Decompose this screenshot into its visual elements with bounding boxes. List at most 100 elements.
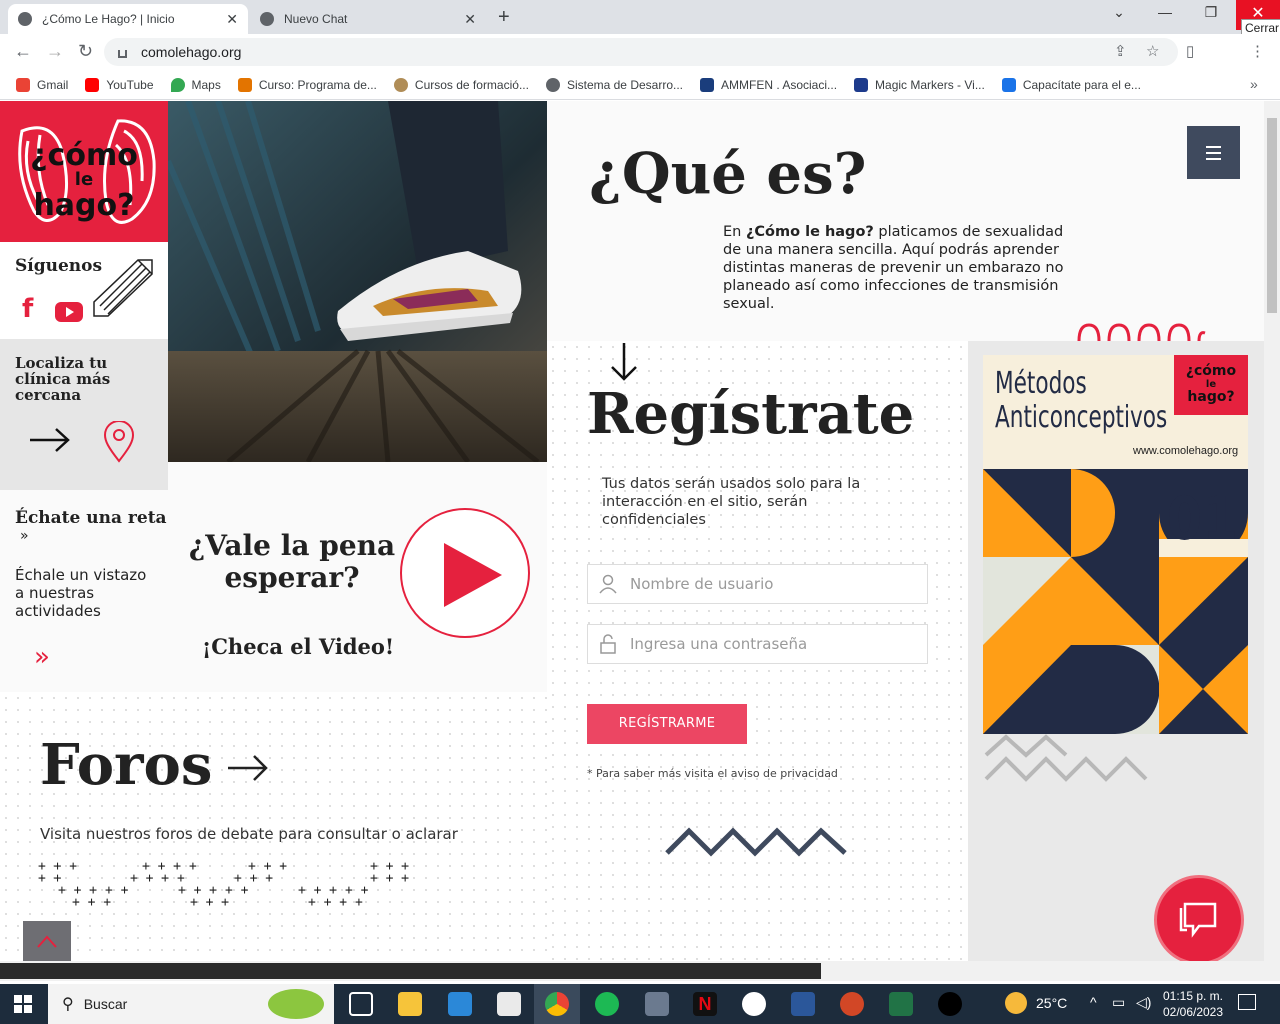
notifications-icon[interactable] — [1238, 994, 1256, 1010]
scroll-to-top-button[interactable] — [23, 921, 71, 961]
social-section: Síguenos f — [0, 242, 168, 339]
chat-icon — [1179, 902, 1217, 938]
taskbar-clock[interactable]: 01:15 p. m. 02/06/2023 — [1160, 988, 1226, 1020]
menu-kebab-icon[interactable]: ⋮ — [1250, 42, 1265, 60]
mail-icon[interactable] — [448, 992, 472, 1016]
netflix-icon[interactable]: N — [693, 992, 717, 1016]
bookmark-magic-markers[interactable]: Magic Markers - Vi... — [854, 77, 985, 92]
word-icon[interactable] — [791, 992, 815, 1016]
password-field[interactable] — [587, 624, 928, 664]
bookmark-youtube[interactable]: YouTube — [85, 77, 154, 92]
bookmark-star-icon[interactable]: ☆ — [1146, 42, 1159, 60]
ammfen-icon — [700, 77, 714, 92]
task-view-icon[interactable] — [349, 992, 373, 1016]
tab-title: Nuevo Chat — [284, 12, 348, 26]
bookmarks-overflow-icon[interactable]: » — [1250, 76, 1258, 92]
site-logo[interactable]: ¿cómo le hago? — [0, 101, 168, 242]
spotify-icon[interactable] — [595, 992, 619, 1016]
pencil-decoration-icon — [93, 259, 153, 317]
bookmark-capacitate[interactable]: Capacítate para el e... — [1001, 77, 1141, 92]
calculator-icon[interactable] — [645, 992, 669, 1016]
user-icon — [599, 574, 617, 594]
minimize-icon[interactable]: — — [1142, 4, 1188, 20]
sneaker-photo — [168, 101, 547, 462]
arrow-right-icon[interactable] — [28, 425, 74, 455]
network-icon[interactable]: ▭ — [1112, 994, 1125, 1011]
reload-icon[interactable]: ↻ — [78, 41, 93, 62]
forums-arrow-icon[interactable] — [226, 752, 272, 784]
youtube-icon[interactable] — [55, 302, 83, 322]
metodos-poster[interactable]: Métodos Anticonceptivos ¿cómo le hago? w… — [983, 355, 1248, 734]
privacy-note[interactable]: * Para saber más visita el aviso de priv… — [587, 767, 838, 780]
close-tab-icon[interactable]: ✕ — [464, 11, 476, 28]
tab-nuevo-chat[interactable]: Nuevo Chat ✕ — [250, 4, 486, 34]
globe-icon — [545, 77, 560, 92]
excel-icon[interactable] — [889, 992, 913, 1016]
hamburger-menu-button[interactable] — [1187, 126, 1240, 179]
bookmark-label: Maps — [191, 77, 221, 92]
weather-temperature[interactable]: 25°C — [1036, 995, 1067, 1011]
chat-button[interactable] — [1154, 875, 1244, 961]
username-input[interactable] — [630, 575, 920, 593]
whatsapp-icon[interactable] — [742, 992, 766, 1016]
echate-arrow-icon[interactable]: » — [20, 528, 29, 544]
tab-search-icon[interactable]: ⌄ — [1096, 4, 1142, 21]
logo-word-1: ¿cómo — [30, 138, 138, 173]
web-page: ¿cómo le hago? Síguenos f Localiza tu cl… — [0, 101, 1264, 961]
foros-text: Visita nuestros foros de debate para con… — [40, 825, 458, 843]
poster-title-line-1: Métodos — [995, 366, 1087, 401]
play-video-button[interactable] — [400, 508, 530, 638]
register-button[interactable]: REGÍSTRARME — [587, 704, 747, 744]
tab-title: ¿Cómo Le Hago? | Inicio — [42, 12, 175, 26]
bookmark-curso-programa[interactable]: Curso: Programa de... — [237, 77, 377, 92]
bookmark-cursos-formacion[interactable]: Cursos de formació... — [393, 77, 529, 92]
username-field[interactable] — [587, 564, 928, 604]
store-icon[interactable] — [497, 992, 521, 1016]
location-pin-icon[interactable] — [102, 421, 136, 463]
new-tab-icon[interactable]: + — [498, 6, 510, 29]
back-icon[interactable]: ← — [14, 41, 32, 62]
svg-text:+ + + +: + + + + — [130, 871, 185, 886]
share-icon[interactable]: ⇪ — [1114, 42, 1127, 60]
address-bar[interactable]: comolehago.org — [104, 38, 1178, 66]
chevron-up-icon — [37, 935, 57, 948]
facebook-icon[interactable]: f — [22, 294, 33, 324]
tab-strip: ¿Cómo Le Hago? | Inicio ✕ Nuevo Chat ✕ +… — [0, 0, 1280, 34]
tab-comolehago[interactable]: ¿Cómo Le Hago? | Inicio ✕ — [8, 4, 248, 34]
poster-logo: ¿cómo le hago? — [1174, 355, 1248, 415]
tiktok-icon[interactable] — [938, 992, 962, 1016]
close-tab-icon[interactable]: ✕ — [226, 11, 238, 28]
forward-icon[interactable]: → — [46, 41, 64, 62]
password-input[interactable] — [630, 635, 920, 653]
tray-chevron-icon[interactable]: ^ — [1090, 994, 1097, 1010]
file-explorer-icon[interactable] — [398, 992, 422, 1016]
activities-more-icon[interactable]: » — [34, 642, 50, 672]
svg-text:+ + +: + + + — [72, 895, 111, 910]
bookmark-sistema-desarrollo[interactable]: Sistema de Desarro... — [545, 77, 683, 92]
taskbar-search[interactable]: ⚲ Buscar — [48, 984, 334, 1024]
echate-title[interactable]: Échate una reta — [15, 508, 167, 528]
windows-start-icon[interactable] — [14, 995, 32, 1013]
weather-icon[interactable] — [1005, 992, 1027, 1014]
poster-logo-word-3: hago? — [1187, 389, 1235, 405]
foros-title[interactable]: Foros — [40, 732, 212, 798]
powerpoint-icon[interactable] — [840, 992, 864, 1016]
siguenos-title: Síguenos — [15, 256, 103, 276]
volume-icon[interactable]: ◁) — [1136, 994, 1151, 1011]
bookmark-maps[interactable]: Maps — [170, 77, 221, 92]
horizontal-scroll-thumb[interactable] — [0, 963, 821, 979]
bookmark-ammfen[interactable]: AMMFEN . Asociaci... — [700, 77, 837, 92]
chrome-taskbar-button[interactable] — [534, 984, 580, 1024]
chrome-icon — [545, 992, 569, 1016]
url-text: comolehago.org — [141, 44, 242, 60]
restore-icon[interactable]: ❐ — [1188, 4, 1234, 21]
magic-markers-icon — [854, 77, 869, 92]
logo-word-3: hago? — [33, 188, 134, 223]
bookmark-gmail[interactable]: Gmail — [16, 77, 68, 92]
vertical-scroll-thumb[interactable] — [1267, 118, 1277, 313]
side-panel-icon[interactable]: ▯ — [1186, 42, 1194, 60]
video-cta[interactable]: ¡Checa el Video! — [202, 634, 394, 659]
description-prefix: En — [723, 224, 746, 240]
youtube-icon — [85, 77, 100, 92]
clinic-locator-section[interactable]: Localiza tu clínica más cercana — [0, 339, 168, 490]
